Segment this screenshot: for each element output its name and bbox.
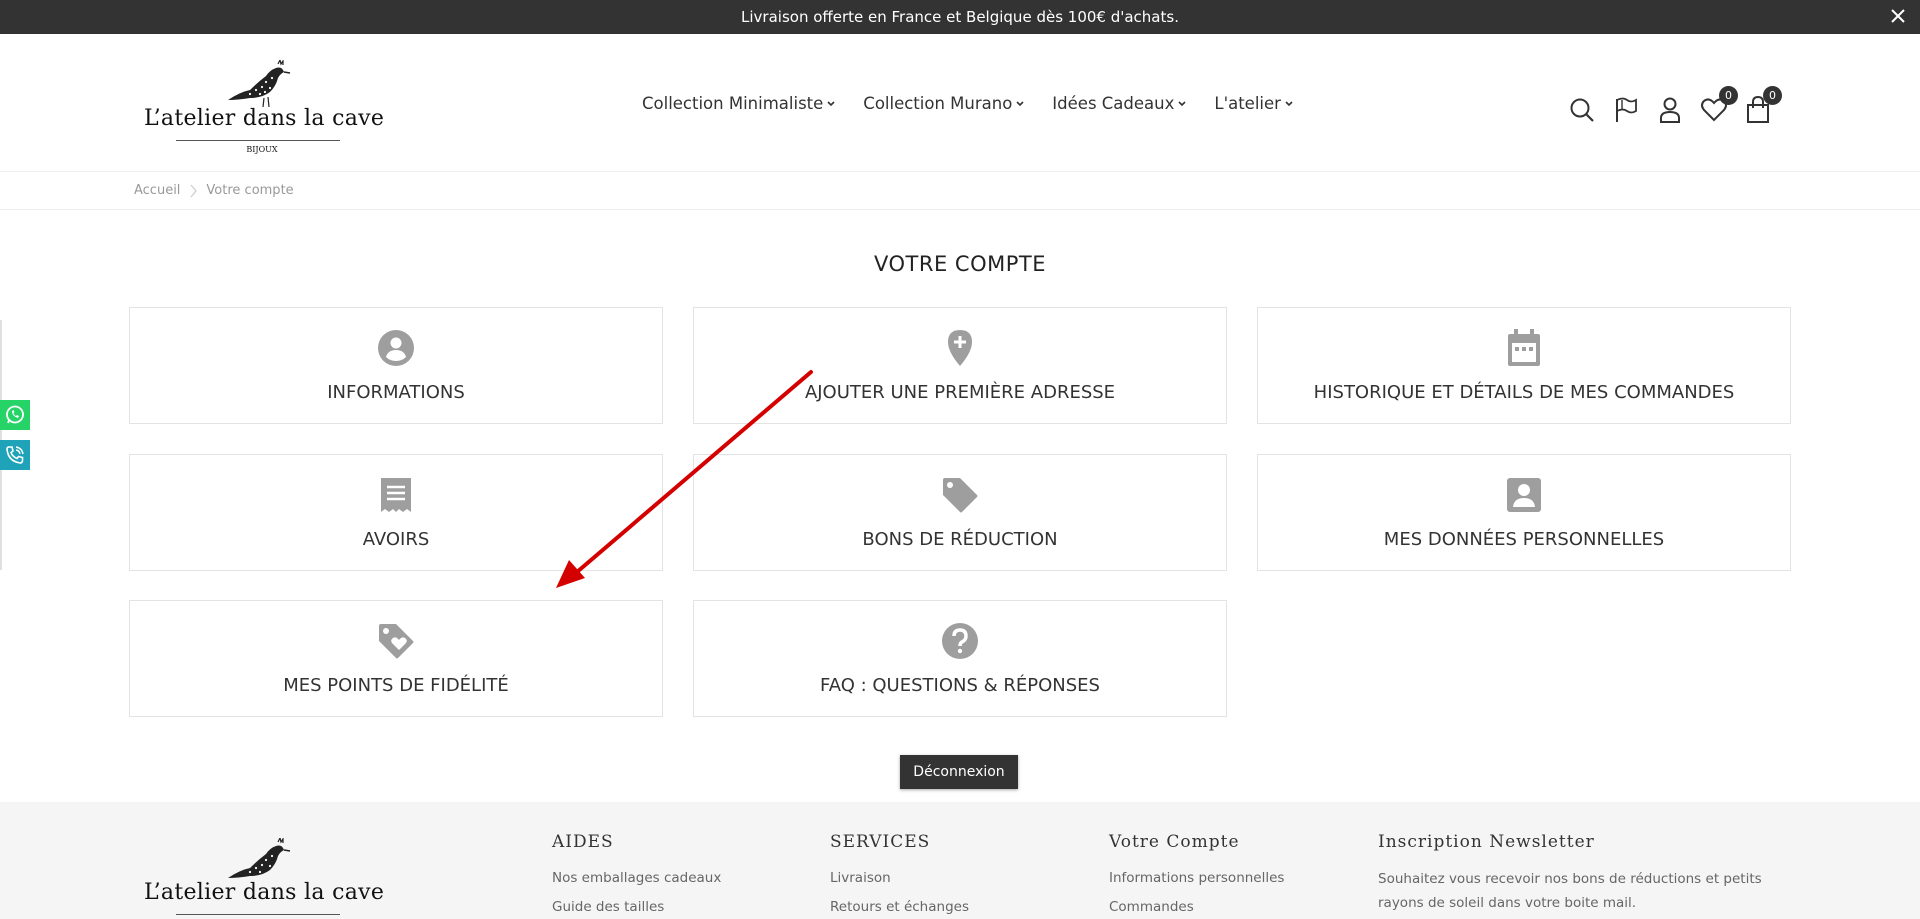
card-label: AVOIRS [362,529,430,550]
footer-logo[interactable]: L’atelier dans la cave [144,838,384,918]
nav-label: Idées Cadeaux [1052,94,1175,113]
nav-label: Collection Murano [863,94,1013,113]
card-label: HISTORIQUE ET DÉTAILS DE MES COMMANDES [1313,382,1735,403]
brand-name: L’atelier dans la cave [144,106,385,131]
card-informations[interactable]: INFORMATIONS [129,307,663,424]
footer-link[interactable]: Commandes [1109,899,1284,915]
nav-idees-cadeaux[interactable]: Idées Cadeaux [1052,94,1187,113]
breadcrumb-current: Votre compte [206,183,294,198]
brand-logo[interactable]: L’atelier dans la cave BIJOUX [144,60,384,156]
chevron-right-icon [190,184,198,197]
nav-collection-minimaliste[interactable]: Collection Minimaliste [642,94,836,113]
card-label: MES DONNÉES PERSONNELLES [1383,529,1665,550]
tag-icon [943,478,978,513]
breadcrumb: Accueil Votre compte [0,172,1920,210]
receipt-icon [381,478,411,512]
account-circle-icon [378,330,414,366]
user-icon [1660,97,1680,123]
search-button[interactable] [1560,92,1604,128]
loyalty-icon [379,624,414,659]
account-box-icon [1507,478,1541,512]
bird-logo-icon [228,838,291,878]
flag-icon [1616,97,1637,122]
card-label: INFORMATIONS [327,382,465,403]
card-label: BONS DE RÉDUCTION [862,529,1058,550]
footer-link[interactable]: Guide des tailles [552,899,721,915]
footer-brand-name: L’atelier dans la cave [144,880,385,905]
language-button[interactable] [1604,92,1648,128]
calendar-icon [1508,329,1540,366]
cart-button[interactable]: 0 [1736,86,1782,128]
close-icon[interactable] [1888,6,1908,26]
footer-heading: Inscription Newsletter [1378,832,1595,852]
footer-link[interactable]: Nos emballages cadeaux [552,870,721,886]
footer-heading: SERVICES [830,832,931,852]
footer-col-account: Votre Compte Informations personnelles C… [1109,832,1284,919]
card-label: AJOUTER UNE PREMIÈRE ADRESSE [804,382,1116,403]
footer-col-aides: AIDES Nos emballages cadeaux Guide des t… [552,832,721,919]
whatsapp-icon [6,405,24,424]
nav-label: L'atelier [1214,94,1281,113]
footer-heading: AIDES [552,832,614,852]
card-faq[interactable]: FAQ : QUESTIONS & RÉPONSES [693,600,1227,717]
card-label: MES POINTS DE FIDÉLITÉ [283,675,509,696]
announcement-bar: Livraison offerte en France et Belgique … [0,0,1920,34]
footer-col-services: SERVICES Livraison Retours et échanges [830,832,969,919]
chevron-down-icon [1016,100,1024,106]
chevron-down-icon [827,100,835,106]
footer-col-newsletter: Inscription Newsletter Souhaitez vous re… [1378,832,1798,915]
newsletter-text: Souhaitez vous recevoir nos bons de rédu… [1378,871,1762,911]
announcement-text: Livraison offerte en France et Belgique … [741,8,1179,26]
logo-divider [176,914,340,915]
card-add-address[interactable]: AJOUTER UNE PREMIÈRE ADRESSE [693,307,1227,424]
main-nav: Collection Minimaliste Collection Murano… [642,94,1321,113]
nav-latelier[interactable]: L'atelier [1214,94,1294,113]
card-avoirs[interactable]: AVOIRS [129,454,663,571]
site-header: L’atelier dans la cave BIJOUX Collection… [0,34,1920,172]
card-personal-data[interactable]: MES DONNÉES PERSONNELLES [1257,454,1791,571]
site-footer: L’atelier dans la cave AIDES Nos emballa… [0,802,1920,919]
help-icon [942,623,978,659]
footer-heading: Votre Compte [1109,832,1240,852]
card-order-history[interactable]: HISTORIQUE ET DÉTAILS DE MES COMMANDES [1257,307,1791,424]
footer-link[interactable]: Retours et échanges [830,899,969,915]
card-label: FAQ : QUESTIONS & RÉPONSES [820,675,1100,696]
nav-collection-murano[interactable]: Collection Murano [863,94,1025,113]
logo-divider [176,140,340,141]
chevron-down-icon [1285,100,1293,106]
card-vouchers[interactable]: BONS DE RÉDUCTION [693,454,1227,571]
breadcrumb-home[interactable]: Accueil [134,183,180,198]
logout-button[interactable]: Déconnexion [900,755,1018,789]
account-button[interactable] [1648,92,1692,128]
add-location-icon [948,330,972,366]
cart-count-badge: 0 [1763,86,1782,105]
phone-icon [6,446,24,464]
whatsapp-button[interactable] [0,400,30,430]
page-title: VOTRE COMPTE [874,252,1046,276]
card-loyalty-points[interactable]: MES POINTS DE FIDÉLITÉ [129,600,663,717]
bird-logo-icon [228,60,291,108]
nav-label: Collection Minimaliste [642,94,824,113]
chevron-down-icon [1178,100,1186,106]
brand-subtitle: BIJOUX [246,145,278,154]
footer-link[interactable]: Livraison [830,870,969,886]
footer-link[interactable]: Informations personnelles [1109,870,1284,886]
header-icons: 0 0 [1560,86,1782,128]
wishlist-button[interactable]: 0 [1692,86,1738,128]
search-icon [1570,98,1594,122]
phone-button[interactable] [0,440,30,470]
